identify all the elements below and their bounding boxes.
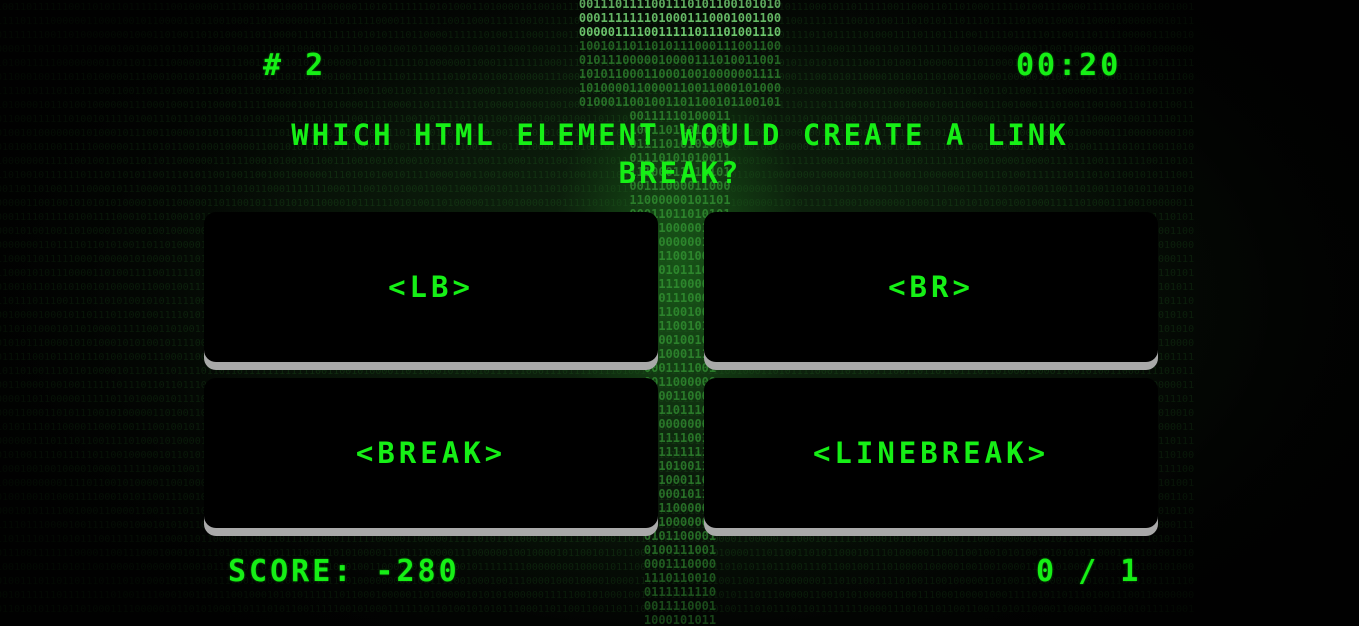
svg-text:1010110001100010010000001111: 1010110001100010010000001111 — [579, 67, 781, 81]
svg-text:1110110010: 1110110010 — [644, 571, 716, 585]
answer-button-3[interactable]: <BREAK> — [204, 378, 658, 528]
svg-text:1001011011010111000111001100: 1001011011010111000111001100 — [579, 39, 781, 53]
svg-text:11000000101101: 11000000101101 — [629, 193, 730, 207]
answer-label: <LINEBREAK> — [812, 436, 1050, 470]
answer-label: <BR> — [888, 270, 974, 304]
svg-text:010010000111010110010000100000: 0100100001110101100100001000000100010111… — [0, 562, 1194, 573]
countdown-timer: 00:20 — [1016, 48, 1122, 83]
question-number: # 2 — [263, 48, 327, 83]
svg-text:0001111111010001110001001100: 0001111111010001110001001100 — [579, 11, 781, 25]
svg-text:000101111110111111110100111100: 0001011111101111111101001111000100110111… — [0, 590, 1194, 601]
svg-text:0001110000: 0001110000 — [644, 557, 716, 571]
svg-text:001001110110110111011101010001: 0010011101101101110111010100010111000111… — [0, 576, 1194, 587]
answer-label: <LB> — [388, 270, 474, 304]
svg-text:0000011110011111011101001110: 0000011110011111011101001110 — [579, 25, 781, 39]
svg-text:0100011001001101100101100101: 0100011001001101100101100101 — [579, 95, 781, 109]
svg-text:1010000110000110011000101000: 1010000110000110011000101000 — [579, 81, 781, 95]
score-display: SCORE: -280 — [228, 554, 460, 589]
svg-text:0101100001: 0101100001 — [644, 529, 716, 543]
svg-text:0100111001: 0100111001 — [644, 543, 716, 557]
answer-button-4[interactable]: <LINEBREAK> — [704, 378, 1158, 528]
svg-text:001110011111110000110011100010: 0011100111111100001100111000100010111101… — [0, 548, 1194, 559]
answer-button-1[interactable]: <LB> — [204, 212, 658, 362]
svg-text:111011110111010111001111100110: 1110111101110101110011111001100011011000… — [0, 534, 1194, 545]
question-progress: 0 / 1 — [1036, 554, 1142, 589]
question-text: WHICH HTML ELEMENT WOULD CREATE A LINK B… — [291, 118, 1069, 190]
svg-text:0111111110: 0111111110 — [644, 585, 716, 599]
svg-text:0001111001: 0001111001 — [644, 361, 716, 375]
svg-text:100000110010010101010100001001: 1000001100100101010101000010011000001101… — [0, 198, 1194, 209]
svg-text:001101010111011010001111000001: 0011010101110110100011110000010110101000… — [0, 604, 1194, 615]
svg-text:110110100111011010000101110111: 1101101001110110100001011101110111101101… — [0, 366, 1194, 377]
svg-text:1000101011: 1000101011 — [644, 613, 716, 626]
answer-label: <BREAK> — [355, 436, 507, 470]
svg-text:0011101111001110101100101010: 0011101111001110101100101010 — [579, 0, 781, 11]
svg-text:0011110001: 0011110001 — [644, 599, 716, 613]
svg-text:0101110000010000111010011001: 0101110000010000111010011001 — [579, 53, 781, 67]
answer-button-2[interactable]: <BR> — [704, 212, 1158, 362]
